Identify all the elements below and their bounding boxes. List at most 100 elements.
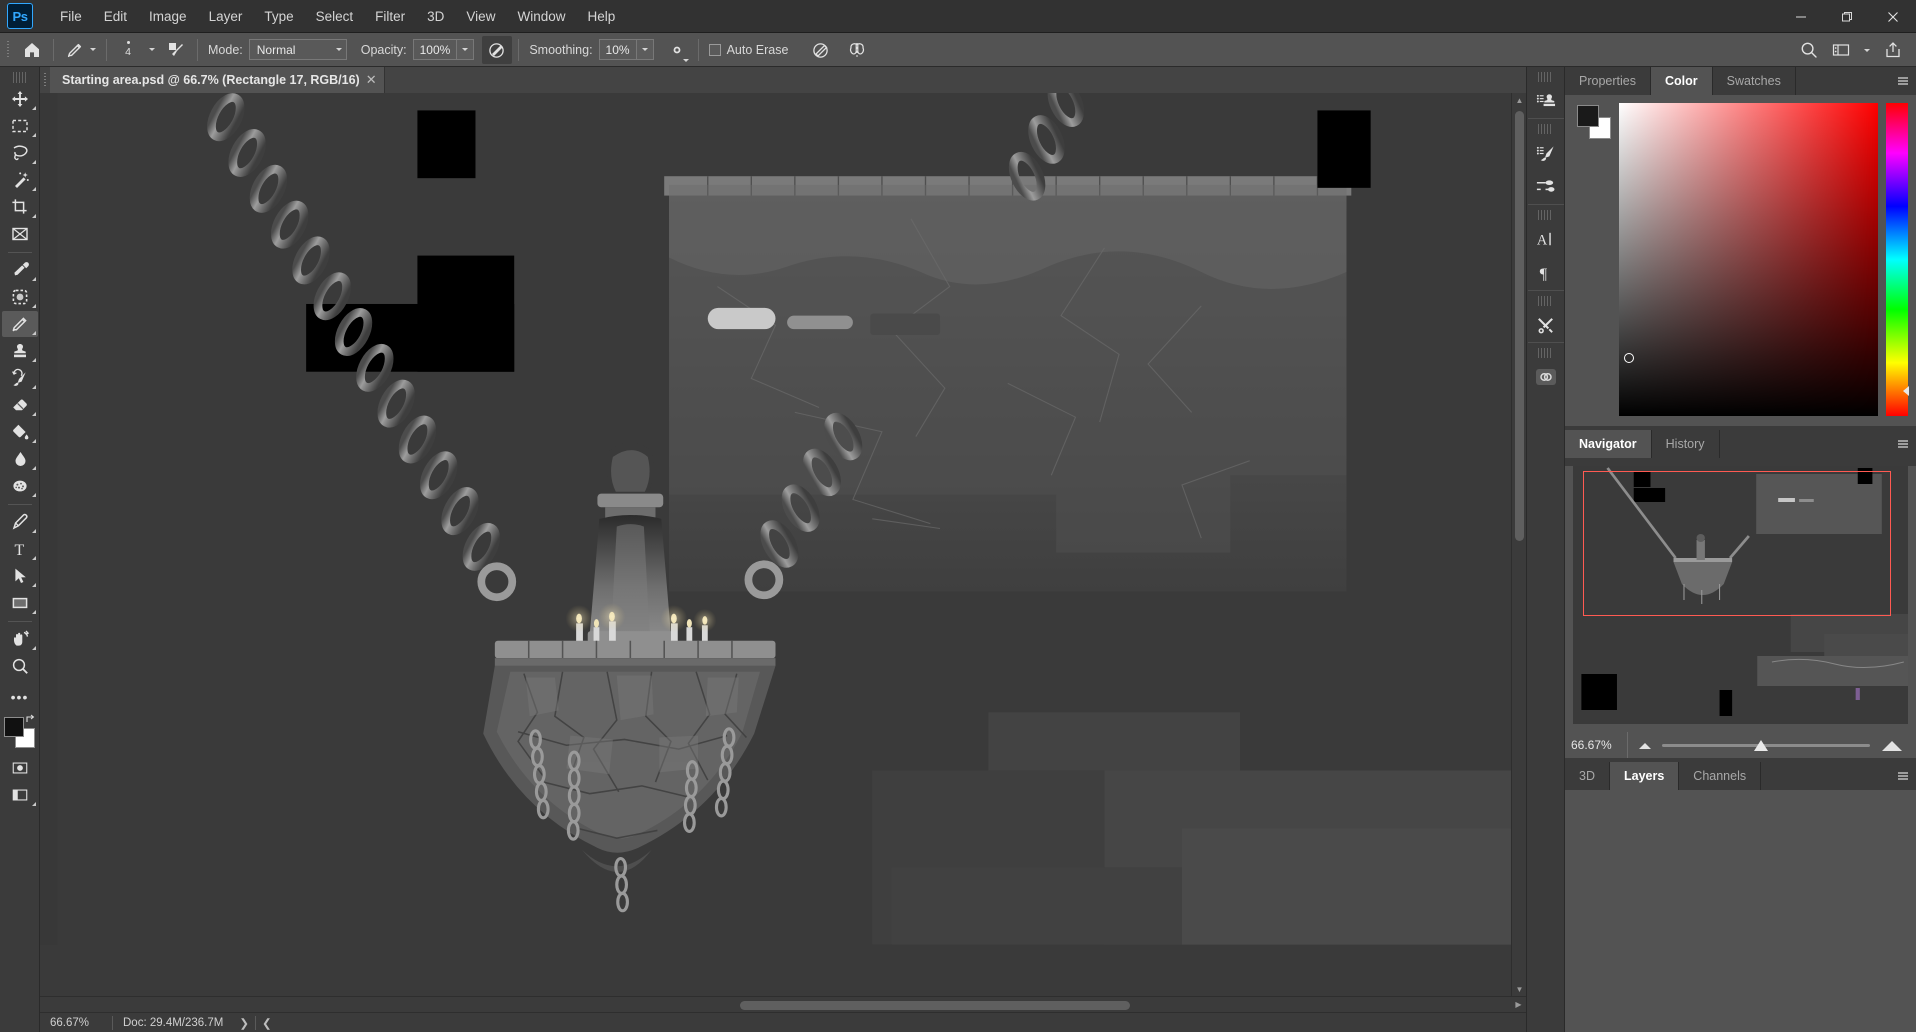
object-selection-tool[interactable] xyxy=(2,167,38,193)
zoom-tool[interactable] xyxy=(2,653,38,679)
horizontal-scroll-track[interactable] xyxy=(40,997,1511,1013)
menu-item-type[interactable]: Type xyxy=(253,5,304,28)
blur-tool[interactable] xyxy=(2,446,38,472)
status-zoom-value[interactable]: 66.67% xyxy=(40,1017,112,1029)
character-panel-icon[interactable]: A xyxy=(1528,222,1564,256)
menu-item-3d[interactable]: 3D xyxy=(416,5,455,28)
brush-settings-icon[interactable] xyxy=(161,36,191,64)
rail-grip[interactable] xyxy=(1538,296,1553,306)
search-icon[interactable] xyxy=(1794,36,1824,64)
menu-item-file[interactable]: File xyxy=(49,5,93,28)
navigator-view-box[interactable] xyxy=(1583,471,1892,616)
gear-icon[interactable] xyxy=(662,36,692,64)
butterfly-symmetry-icon[interactable] xyxy=(842,36,872,64)
tab-properties[interactable]: Properties xyxy=(1565,67,1651,95)
lasso-tool[interactable] xyxy=(2,140,38,166)
tab-history[interactable]: History xyxy=(1651,430,1720,458)
menu-item-help[interactable]: Help xyxy=(576,5,626,28)
menu-item-window[interactable]: Window xyxy=(506,5,576,28)
rectangular-marquee-tool[interactable] xyxy=(2,113,38,139)
scroll-right-arrow[interactable]: ▶ xyxy=(1511,1000,1526,1009)
status-expand-icon[interactable]: ❯ xyxy=(233,1016,255,1030)
edit-toolbar-button[interactable]: ••• xyxy=(2,684,38,710)
crop-tool[interactable] xyxy=(2,194,38,220)
gradient-tool[interactable] xyxy=(2,419,38,445)
blend-mode-select[interactable]: Normal xyxy=(248,39,347,60)
restore-button[interactable] xyxy=(1824,0,1870,33)
zoom-slider-knob[interactable] xyxy=(1753,739,1768,751)
path-selection-tool[interactable] xyxy=(2,563,38,589)
tabstrip-grip[interactable] xyxy=(40,67,50,93)
foreground-color-swatch[interactable] xyxy=(3,717,24,737)
close-button[interactable] xyxy=(1870,0,1916,33)
spot-healing-brush-tool[interactable] xyxy=(2,284,38,310)
menu-item-image[interactable]: Image xyxy=(138,5,198,28)
panel-menu-icon[interactable] xyxy=(1890,762,1916,790)
tab-navigator[interactable]: Navigator xyxy=(1565,430,1652,458)
scroll-down-arrow[interactable]: ▼ xyxy=(1512,982,1527,996)
smoothing-value[interactable]: 10% xyxy=(598,39,637,60)
rectangle-tool[interactable] xyxy=(2,590,38,616)
frame-tool[interactable] xyxy=(2,221,38,247)
close-icon[interactable]: ✕ xyxy=(366,72,377,88)
quick-mask-icon[interactable] xyxy=(2,755,38,781)
move-tool[interactable] xyxy=(2,86,38,112)
smoothing-stepper[interactable]: 10% xyxy=(598,39,654,60)
brush-preset-picker[interactable]: 4 xyxy=(113,37,143,63)
canvas-horizontal-scrollbar[interactable]: ▶ xyxy=(40,996,1526,1012)
document-tab[interactable]: Starting area.psd @ 66.7% (Rectangle 17,… xyxy=(50,67,385,93)
pencil-tool[interactable] xyxy=(1,311,38,337)
auto-erase-checkbox[interactable]: Auto Erase xyxy=(705,43,793,57)
tool-preset-dropdown[interactable] xyxy=(90,48,100,51)
panel-menu-icon[interactable] xyxy=(1890,67,1916,95)
opacity-dropdown[interactable] xyxy=(457,39,475,60)
rail-grip[interactable] xyxy=(1538,348,1553,358)
navigator-thumbnail[interactable] xyxy=(1573,466,1908,724)
tool-preset-picker[interactable] xyxy=(60,36,90,64)
menu-item-filter[interactable]: Filter xyxy=(364,5,416,28)
pen-tool[interactable] xyxy=(2,509,38,535)
dodge-tool[interactable] xyxy=(2,473,38,499)
screen-mode-icon[interactable] xyxy=(2,782,38,808)
canvas-vertical-scrollbar[interactable]: ▲ ▼ xyxy=(1511,93,1526,996)
brush-library-icon[interactable] xyxy=(1528,136,1564,170)
chevron-down-icon[interactable] xyxy=(1858,36,1876,64)
stamp-library-icon[interactable] xyxy=(1528,84,1564,118)
tab-3d[interactable]: 3D xyxy=(1565,762,1610,790)
tools-panel-icon[interactable] xyxy=(1528,308,1564,342)
pressure-size-icon[interactable] xyxy=(806,36,836,64)
hand-tool[interactable] xyxy=(2,626,38,652)
color-panel-foreground[interactable] xyxy=(1577,105,1599,127)
layers-panel-body[interactable] xyxy=(1565,790,1916,1032)
zoom-slider[interactable] xyxy=(1662,732,1870,758)
opacity-value[interactable]: 100% xyxy=(412,39,458,60)
type-tool[interactable]: T xyxy=(2,536,38,562)
canvas-viewport[interactable] xyxy=(40,93,1511,996)
home-icon[interactable] xyxy=(17,36,47,64)
tab-layers[interactable]: Layers xyxy=(1609,762,1680,790)
options-bar-grip[interactable] xyxy=(2,33,13,67)
brush-preset-dropdown[interactable] xyxy=(143,48,161,51)
eraser-tool[interactable] xyxy=(2,392,38,418)
menu-item-view[interactable]: View xyxy=(455,5,506,28)
opacity-stepper[interactable]: 100% xyxy=(412,39,475,60)
creative-cloud-libraries-icon[interactable] xyxy=(1528,360,1564,394)
zoom-in-icon[interactable] xyxy=(1870,738,1914,752)
toolbar-grip[interactable] xyxy=(12,72,27,83)
scroll-up-arrow[interactable]: ▲ xyxy=(1512,93,1527,107)
clone-stamp-tool[interactable] xyxy=(2,338,38,364)
menu-item-edit[interactable]: Edit xyxy=(93,5,138,28)
minimize-button[interactable] xyxy=(1778,0,1824,33)
hue-slider-marker[interactable] xyxy=(1903,385,1909,396)
zoom-out-icon[interactable] xyxy=(1628,740,1662,750)
status-collapse-icon[interactable]: ❮ xyxy=(256,1016,278,1030)
pressure-opacity-icon[interactable] xyxy=(482,35,513,64)
swap-colors-icon[interactable] xyxy=(25,714,37,726)
eyedropper-tool[interactable] xyxy=(2,257,38,283)
navigator-zoom-value[interactable]: 66.67% xyxy=(1565,738,1627,752)
auto-erase-box[interactable] xyxy=(708,43,721,56)
history-brush-tool[interactable] xyxy=(2,365,38,391)
menu-item-layer[interactable]: Layer xyxy=(198,5,254,28)
horizontal-scroll-thumb[interactable] xyxy=(740,1000,1130,1010)
rail-grip[interactable] xyxy=(1538,210,1553,220)
